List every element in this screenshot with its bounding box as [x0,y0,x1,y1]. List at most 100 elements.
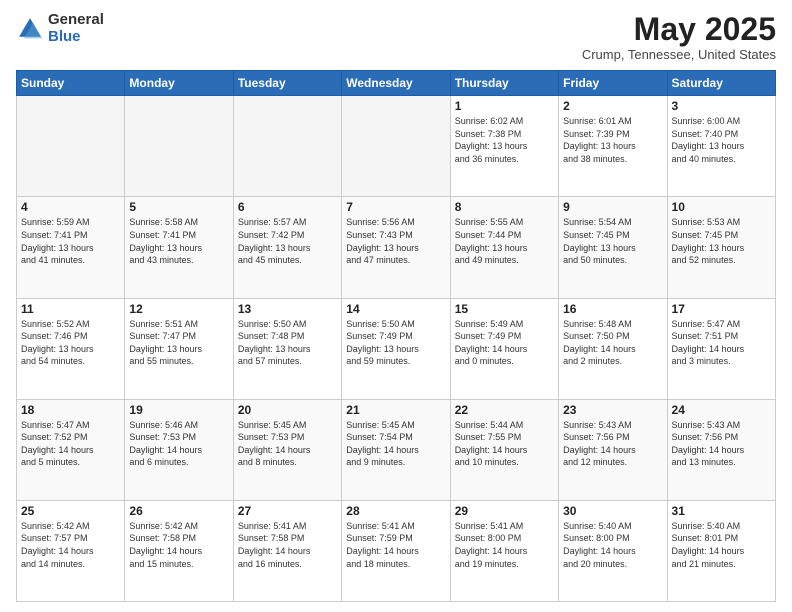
calendar-cell: 18 Sunrise: 5:47 AM Sunset: 7:52 PM Dayli… [17,399,125,500]
header-row: Sunday Monday Tuesday Wednesday Thursday… [17,71,776,96]
day-number: 3 [672,99,771,113]
day-number: 26 [129,504,228,518]
day-number: 21 [346,403,445,417]
day-number: 1 [455,99,554,113]
day-number: 19 [129,403,228,417]
calendar-cell: 2 Sunrise: 6:01 AM Sunset: 7:39 PM Daylig… [559,96,667,197]
day-number: 23 [563,403,662,417]
logo: General Blue [16,12,104,45]
calendar-cell: 21 Sunrise: 5:45 AM Sunset: 7:54 PM Dayli… [342,399,450,500]
col-wednesday: Wednesday [342,71,450,96]
cell-content: Sunrise: 5:41 AM Sunset: 8:00 PM Dayligh… [455,520,554,570]
calendar-cell: 28Sunrise: 5:41 AM Sunset: 7:59 PM Dayli… [342,500,450,601]
col-sunday: Sunday [17,71,125,96]
cell-content: Sunrise: 5:47 AM Sunset: 7:52 PM Dayligh… [21,419,120,469]
cell-content: Sunrise: 5:57 AM Sunset: 7:42 PM Dayligh… [238,216,337,266]
day-number: 9 [563,200,662,214]
cell-content: Sunrise: 5:40 AM Sunset: 8:00 PM Dayligh… [563,520,662,570]
day-number: 15 [455,302,554,316]
calendar-cell [17,96,125,197]
calendar-cell: 31 Sunrise: 5:40 AM Sunset: 8:01 PM Dayli… [667,500,775,601]
day-number: 10 [672,200,771,214]
calendar-body: 1Sunrise: 6:02 AM Sunset: 7:38 PM Daylig… [17,96,776,602]
cell-content: Sunrise: 5:54 AM Sunset: 7:45 PM Dayligh… [563,216,662,266]
cell-content: Sunrise: 5:40 AM Sunset: 8:01 PM Dayligh… [672,520,771,570]
cell-content: Sunrise: 6:00 AM Sunset: 7:40 PM Dayligh… [672,115,771,165]
calendar-cell: 6 Sunrise: 5:57 AM Sunset: 7:42 PM Daylig… [233,197,341,298]
calendar-row-2: 4Sunrise: 5:59 AM Sunset: 7:41 PM Daylig… [17,197,776,298]
calendar-cell: 1Sunrise: 6:02 AM Sunset: 7:38 PM Daylig… [450,96,558,197]
cell-content: Sunrise: 5:56 AM Sunset: 7:43 PM Dayligh… [346,216,445,266]
calendar-cell: 9 Sunrise: 5:54 AM Sunset: 7:45 PM Daylig… [559,197,667,298]
day-number: 17 [672,302,771,316]
calendar-cell: 25Sunrise: 5:42 AM Sunset: 7:57 PM Dayli… [17,500,125,601]
calendar-row-5: 25Sunrise: 5:42 AM Sunset: 7:57 PM Dayli… [17,500,776,601]
day-number: 18 [21,403,120,417]
calendar-cell: 15 Sunrise: 5:49 AM Sunset: 7:49 PM Dayli… [450,298,558,399]
calendar-cell: 3 Sunrise: 6:00 AM Sunset: 7:40 PM Daylig… [667,96,775,197]
cell-content: Sunrise: 5:45 AM Sunset: 7:54 PM Dayligh… [346,419,445,469]
day-number: 16 [563,302,662,316]
day-number: 29 [455,504,554,518]
day-number: 2 [563,99,662,113]
cell-content: Sunrise: 5:47 AM Sunset: 7:51 PM Dayligh… [672,318,771,368]
calendar-cell: 22Sunrise: 5:44 AM Sunset: 7:55 PM Dayli… [450,399,558,500]
day-number: 31 [672,504,771,518]
day-number: 12 [129,302,228,316]
title-area: May 2025 Crump, Tennessee, United States [582,12,776,62]
day-number: 5 [129,200,228,214]
calendar-cell: 20Sunrise: 5:45 AM Sunset: 7:53 PM Dayli… [233,399,341,500]
calendar-cell: 14 Sunrise: 5:50 AM Sunset: 7:49 PM Dayli… [342,298,450,399]
calendar-cell: 11 Sunrise: 5:52 AM Sunset: 7:46 PM Dayli… [17,298,125,399]
header: General Blue May 2025 Crump, Tennessee, … [16,12,776,62]
day-number: 6 [238,200,337,214]
calendar-cell [125,96,233,197]
day-number: 24 [672,403,771,417]
cell-content: Sunrise: 5:50 AM Sunset: 7:48 PM Dayligh… [238,318,337,368]
col-tuesday: Tuesday [233,71,341,96]
cell-content: Sunrise: 5:48 AM Sunset: 7:50 PM Dayligh… [563,318,662,368]
day-number: 22 [455,403,554,417]
calendar-cell: 30 Sunrise: 5:40 AM Sunset: 8:00 PM Dayli… [559,500,667,601]
cell-content: Sunrise: 5:50 AM Sunset: 7:49 PM Dayligh… [346,318,445,368]
calendar-cell: 29 Sunrise: 5:41 AM Sunset: 8:00 PM Dayli… [450,500,558,601]
day-number: 7 [346,200,445,214]
calendar-cell: 19Sunrise: 5:46 AM Sunset: 7:53 PM Dayli… [125,399,233,500]
col-monday: Monday [125,71,233,96]
calendar-cell: 8 Sunrise: 5:55 AM Sunset: 7:44 PM Daylig… [450,197,558,298]
calendar-cell: 24 Sunrise: 5:43 AM Sunset: 7:56 PM Dayli… [667,399,775,500]
cell-content: Sunrise: 5:49 AM Sunset: 7:49 PM Dayligh… [455,318,554,368]
cell-content: Sunrise: 5:43 AM Sunset: 7:56 PM Dayligh… [563,419,662,469]
col-friday: Friday [559,71,667,96]
calendar-cell: 5 Sunrise: 5:58 AM Sunset: 7:41 PM Daylig… [125,197,233,298]
day-number: 28 [346,504,445,518]
cell-content: Sunrise: 5:45 AM Sunset: 7:53 PM Dayligh… [238,419,337,469]
calendar-cell: 17 Sunrise: 5:47 AM Sunset: 7:51 PM Dayli… [667,298,775,399]
calendar-cell: 7 Sunrise: 5:56 AM Sunset: 7:43 PM Daylig… [342,197,450,298]
day-number: 14 [346,302,445,316]
calendar-cell: 4Sunrise: 5:59 AM Sunset: 7:41 PM Daylig… [17,197,125,298]
calendar-cell: 12Sunrise: 5:51 AM Sunset: 7:47 PM Dayli… [125,298,233,399]
day-number: 30 [563,504,662,518]
location: Crump, Tennessee, United States [582,47,776,62]
cell-content: Sunrise: 5:52 AM Sunset: 7:46 PM Dayligh… [21,318,120,368]
cell-content: Sunrise: 5:43 AM Sunset: 7:56 PM Dayligh… [672,419,771,469]
day-number: 25 [21,504,120,518]
cell-content: Sunrise: 5:55 AM Sunset: 7:44 PM Dayligh… [455,216,554,266]
calendar-cell: 27Sunrise: 5:41 AM Sunset: 7:58 PM Dayli… [233,500,341,601]
calendar-row-4: 18 Sunrise: 5:47 AM Sunset: 7:52 PM Dayli… [17,399,776,500]
calendar-cell: 26 Sunrise: 5:42 AM Sunset: 7:58 PM Dayli… [125,500,233,601]
calendar-cell: 13Sunrise: 5:50 AM Sunset: 7:48 PM Dayli… [233,298,341,399]
cell-content: Sunrise: 5:58 AM Sunset: 7:41 PM Dayligh… [129,216,228,266]
day-number: 11 [21,302,120,316]
calendar-cell [342,96,450,197]
page: General Blue May 2025 Crump, Tennessee, … [0,0,792,612]
cell-content: Sunrise: 5:53 AM Sunset: 7:45 PM Dayligh… [672,216,771,266]
logo-blue: Blue [48,29,104,46]
day-number: 8 [455,200,554,214]
cell-content: Sunrise: 5:42 AM Sunset: 7:58 PM Dayligh… [129,520,228,570]
cell-content: Sunrise: 6:01 AM Sunset: 7:39 PM Dayligh… [563,115,662,165]
calendar-table: Sunday Monday Tuesday Wednesday Thursday… [16,70,776,602]
logo-text: General Blue [48,12,104,45]
cell-content: Sunrise: 5:59 AM Sunset: 7:41 PM Dayligh… [21,216,120,266]
